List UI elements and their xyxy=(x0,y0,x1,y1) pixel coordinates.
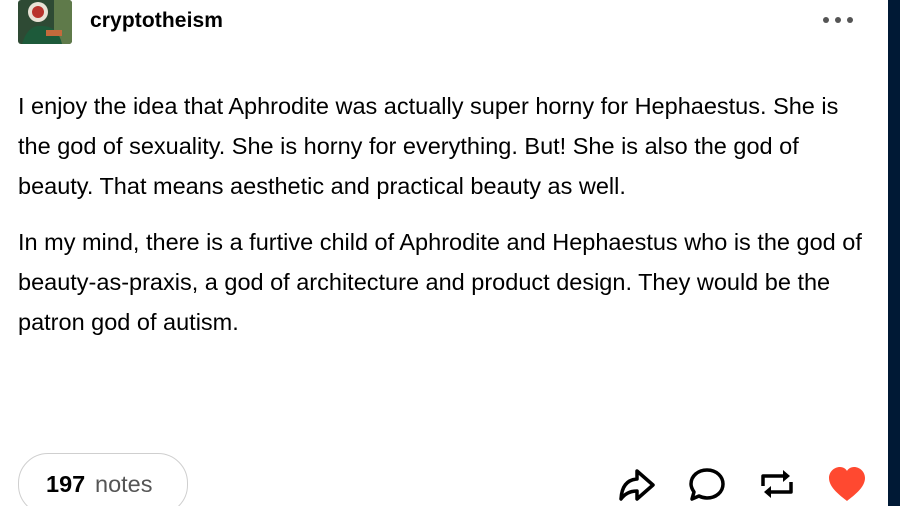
reply-bubble-icon xyxy=(689,468,725,501)
post-body: I enjoy the idea that Aphrodite was actu… xyxy=(18,86,868,358)
post-header: cryptotheism xyxy=(0,0,888,50)
more-dots-icon xyxy=(823,17,853,23)
share-arrow-icon xyxy=(619,469,655,501)
more-options-button[interactable] xyxy=(818,8,860,32)
share-button[interactable] xyxy=(615,462,659,506)
notes-count: 197 xyxy=(46,471,86,497)
post-paragraph: I enjoy the idea that Aphrodite was actu… xyxy=(18,93,839,199)
like-button[interactable] xyxy=(825,462,869,506)
post-paragraph: In my mind, there is a furtive child of … xyxy=(18,229,862,335)
heart-icon xyxy=(829,467,865,501)
reblog-icon xyxy=(761,470,793,498)
notes-button[interactable]: 197 notes xyxy=(18,453,188,506)
avatar[interactable] xyxy=(18,0,72,44)
username-link[interactable]: cryptotheism xyxy=(90,9,223,33)
notes-label: notes xyxy=(95,471,153,497)
reblog-button[interactable] xyxy=(755,462,799,506)
post-card: cryptotheism I enjoy the idea that Aphro… xyxy=(0,0,888,506)
reply-button[interactable] xyxy=(685,462,729,506)
post-footer: 197 notes xyxy=(0,450,888,506)
